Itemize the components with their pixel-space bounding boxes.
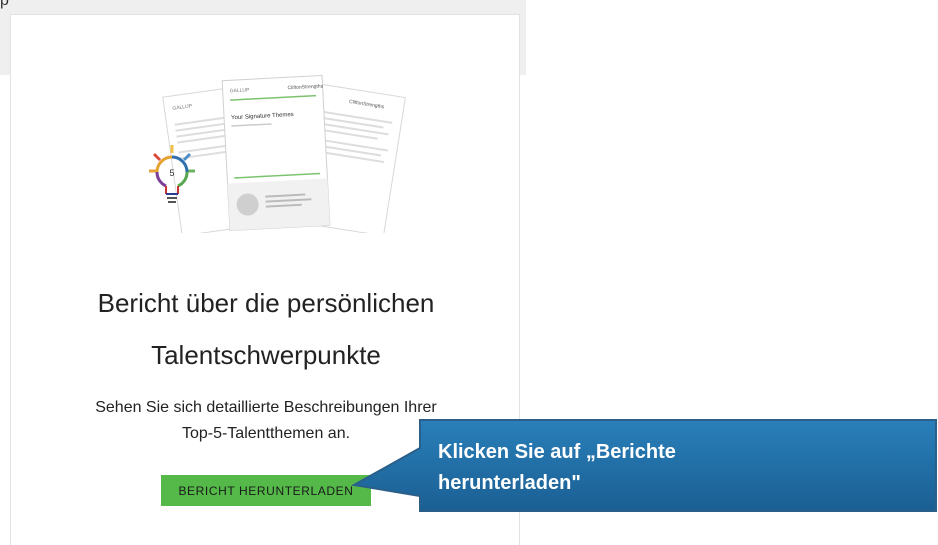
screen: p GALLUP CliftonStrengths GALLUP Clifton… [0,0,938,545]
report-title-line1: Bericht über die persönlichen [97,288,435,318]
report-page-center: GALLUP CliftonStrengths Your Signature T… [221,74,331,232]
instruction-callout-line2: herunterladen" [438,472,581,494]
instruction-callout-text: Klicken Sie auf „Berichte herunterladen" [438,437,858,499]
report-title: Bericht über die persönlichen Talentschw… [11,277,521,381]
instruction-callout-line1: Klicken Sie auf „Berichte [438,441,676,463]
download-report-button[interactable]: BERICHT HERUNTERLADEN [161,475,371,506]
page-center-brand: GALLUP [230,87,251,94]
page-header-fragment: p [0,0,9,9]
report-illustration: GALLUP CliftonStrengths GALLUP CliftonSt… [149,74,406,233]
bulb-number: 5 [169,168,174,178]
report-title-line2: Talentschwerpunkte [151,340,381,370]
